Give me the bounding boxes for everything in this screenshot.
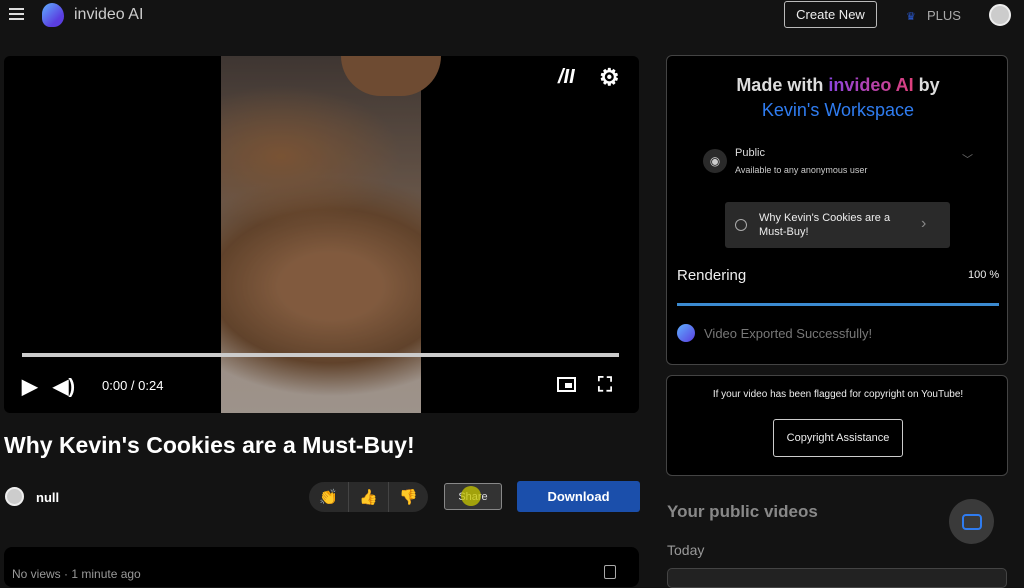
chevron-down-icon[interactable]: ﹀	[962, 151, 973, 167]
copyright-assistance-button[interactable]: Copyright Assistance	[773, 419, 903, 457]
clock-icon	[735, 219, 747, 231]
video-link-button[interactable]: Why Kevin's Cookies are a Must-Buy! ›	[725, 202, 950, 248]
brand-name[interactable]: invideo AI	[74, 6, 143, 24]
top-bar: invideo AI Create New ♛ PLUS	[0, 0, 1024, 32]
invideo-logo[interactable]	[42, 3, 64, 27]
copy-icon[interactable]	[604, 565, 616, 579]
settings-gear-icon[interactable]: ⚙	[599, 64, 620, 91]
download-button[interactable]: Download	[517, 481, 640, 512]
export-panel: Made with invideo AI by Kevin's Workspac…	[666, 55, 1008, 365]
video-frame	[221, 56, 441, 413]
creator-avatar	[5, 487, 24, 506]
fullscreen-icon[interactable]: ⛶	[598, 374, 612, 397]
play-icon[interactable]: ▶	[22, 374, 37, 399]
visibility-description: Available to any anonymous user	[735, 165, 868, 175]
chevron-right-icon: ›	[921, 215, 927, 232]
cursor-highlight	[461, 486, 481, 506]
volume-icon[interactable]: ◀)	[53, 374, 75, 399]
crown-icon: ♛	[906, 11, 916, 23]
visibility-label[interactable]: Public	[735, 147, 765, 159]
picture-in-picture-icon[interactable]	[557, 377, 576, 392]
chat-button[interactable]	[949, 499, 994, 544]
made-with-heading: Made with invideo AI by Kevin's Workspac…	[667, 73, 1009, 123]
thumbs-up-icon[interactable]: 👍	[349, 482, 389, 512]
chat-icon	[961, 513, 982, 530]
seek-bar[interactable]	[22, 353, 619, 357]
public-videos-heading: Your public videos	[667, 502, 818, 521]
video-meta: No views · 1 minute ago	[12, 567, 141, 581]
public-video-item[interactable]	[667, 568, 1007, 588]
rendering-progress-bar	[677, 303, 999, 306]
reactions-group: 👏 👍 👎	[309, 482, 428, 512]
menu-icon[interactable]	[9, 8, 24, 20]
group-label: Today	[667, 542, 705, 558]
video-description: No views · 1 minute ago	[4, 547, 639, 587]
watermark-icon[interactable]: /II	[558, 66, 575, 89]
thumbs-down-icon[interactable]: 👎	[389, 482, 428, 512]
user-avatar[interactable]	[989, 4, 1011, 26]
copyright-text: If your video has been flagged for copyr…	[712, 389, 964, 400]
made-with-brand: invideo AI	[828, 75, 914, 95]
made-with-text: Made with	[736, 75, 829, 95]
export-status: Video Exported Successfully!	[704, 326, 873, 341]
plan-badge[interactable]: PLUS	[927, 8, 961, 23]
video-link-label: Why Kevin's Cookies are a Must-Buy!	[759, 212, 891, 238]
copyright-panel: If your video has been flagged for copyr…	[666, 375, 1008, 476]
creator-name: null	[36, 490, 60, 505]
time-display: 0:00 / 0:24	[102, 378, 164, 393]
made-by-text: by	[913, 75, 940, 95]
rendering-percent: 100 %	[968, 269, 1000, 281]
rendering-label: Rendering	[677, 267, 747, 284]
workspace-link[interactable]: Kevin's Workspace	[762, 100, 914, 120]
love-it-icon[interactable]: 👏	[309, 482, 349, 512]
create-new-button[interactable]: Create New	[784, 1, 877, 28]
eye-icon: ◉	[703, 149, 727, 173]
video-title: Why Kevin's Cookies are a Must-Buy!	[4, 432, 415, 458]
video-player[interactable]: /II ⚙ ▶ ◀) 0:00 / 0:24 ⛶	[4, 56, 639, 413]
invideo-mascot-icon	[677, 324, 695, 342]
